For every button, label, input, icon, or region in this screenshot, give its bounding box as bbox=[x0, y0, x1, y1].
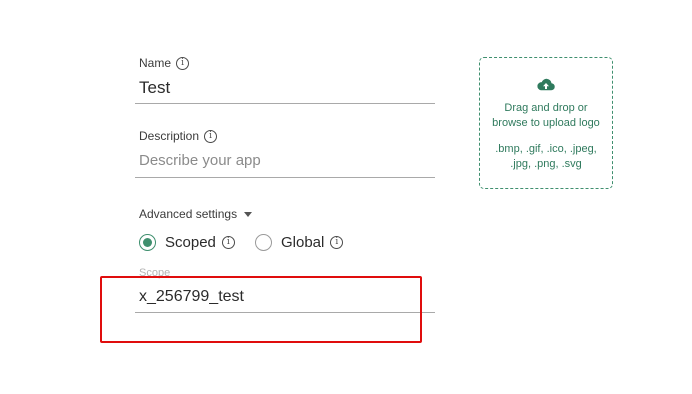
name-label: Name bbox=[139, 56, 172, 70]
upload-instructions: Drag and drop or browse to upload logo bbox=[492, 102, 600, 129]
upload-logo-dropzone[interactable]: Drag and drop or browse to upload logo .… bbox=[479, 57, 613, 189]
info-icon[interactable]: i bbox=[330, 236, 344, 249]
highlight-box bbox=[100, 276, 422, 343]
radio-global[interactable]: Global i bbox=[255, 234, 344, 251]
description-underline bbox=[135, 177, 435, 178]
advanced-settings-toggle[interactable]: Advanced settings bbox=[139, 207, 253, 221]
info-icon[interactable]: i bbox=[221, 236, 235, 249]
description-label: Description bbox=[139, 129, 200, 143]
description-label-row: Description i bbox=[139, 129, 218, 143]
advanced-settings-label: Advanced settings bbox=[139, 207, 238, 221]
radio-global-label: Global bbox=[281, 234, 325, 251]
name-input[interactable]: Test bbox=[139, 78, 170, 98]
radio-button-unchecked[interactable] bbox=[255, 234, 272, 251]
radio-scoped[interactable]: Scoped i bbox=[139, 234, 235, 251]
name-label-row: Name i bbox=[139, 56, 190, 70]
info-icon[interactable]: i bbox=[176, 56, 190, 70]
name-underline bbox=[135, 103, 435, 104]
caret-down-icon bbox=[244, 212, 253, 217]
description-input[interactable]: Describe your app bbox=[139, 152, 261, 169]
cloud-upload-icon bbox=[536, 77, 556, 98]
radio-button-checked[interactable] bbox=[139, 234, 156, 251]
name-value: Test bbox=[139, 78, 171, 97]
radio-scoped-label: Scoped bbox=[165, 234, 216, 251]
upload-formats: .bmp, .gif, .ico, .jpeg, .jpg, .png, .sv… bbox=[495, 143, 597, 170]
info-icon[interactable]: i bbox=[204, 129, 218, 143]
description-placeholder: Describe your app bbox=[139, 152, 261, 169]
